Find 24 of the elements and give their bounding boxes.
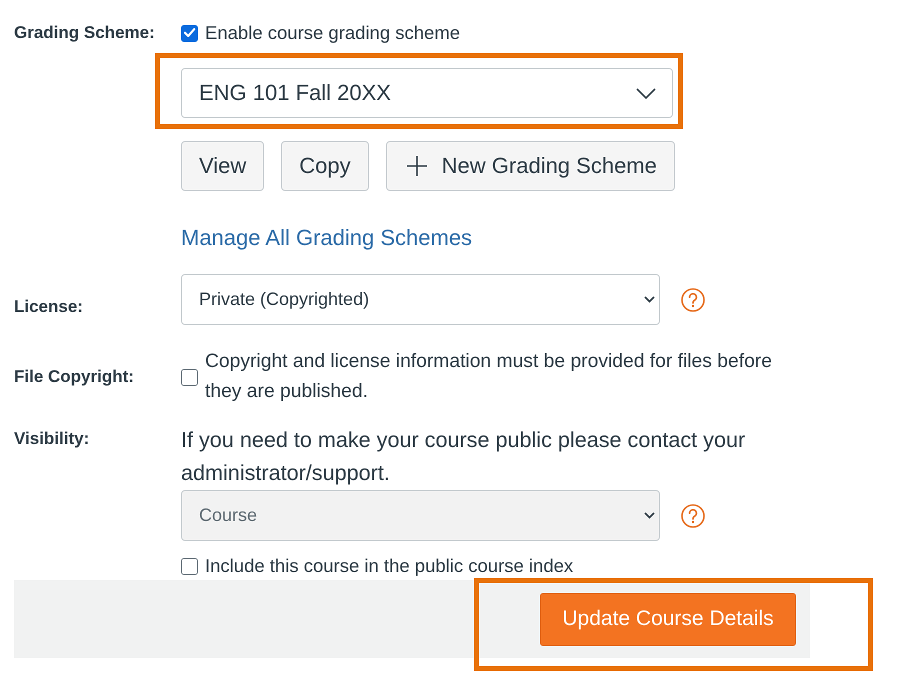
chevron-down-icon [636, 88, 656, 98]
field-label: Grading Scheme: [14, 22, 156, 44]
chevron-down-icon [644, 296, 655, 303]
plus-icon [406, 156, 427, 176]
visibility-notice: If you need to make your course public please contact your administrator/support. [181, 426, 746, 487]
visibility-select: Course [181, 490, 660, 541]
help-icon[interactable] [681, 504, 705, 528]
checkbox[interactable] [181, 368, 198, 386]
checkbox-label: Copyright and license information must be provided for files before they are published. [205, 350, 773, 404]
field-label: License: [14, 296, 84, 318]
checkbox-label: Include this course in the public course index [205, 555, 574, 577]
new-scheme-button[interactable]: New Grading Scheme [386, 141, 675, 191]
view-button[interactable]: View [181, 141, 264, 191]
help-icon[interactable] [681, 288, 705, 312]
chevron-down-icon [644, 512, 655, 519]
field-label: Visibility: [14, 428, 90, 450]
checkbox[interactable] [181, 24, 198, 42]
checkbox-label: Enable course grading scheme [205, 22, 460, 44]
manage-schemes-link[interactable]: Manage All Grading Schemes [181, 225, 472, 251]
checkbox[interactable] [181, 558, 198, 574]
field-label: File Copyright: [14, 366, 135, 388]
license-select[interactable]: Private (Copyrighted) [181, 274, 660, 325]
scheme-select[interactable]: ENG 101 Fall 20XX [181, 68, 673, 118]
copy-button[interactable]: Copy [281, 141, 369, 191]
